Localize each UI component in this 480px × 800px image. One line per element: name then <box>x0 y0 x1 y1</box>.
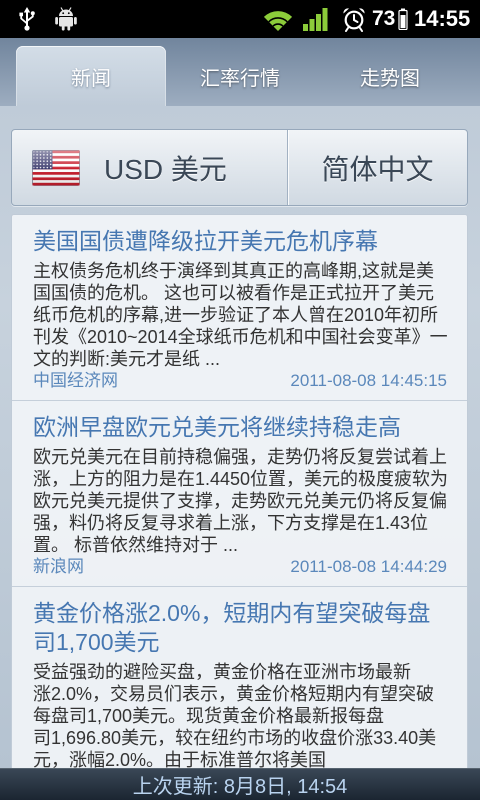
news-list: 美国国债遭降级拉开美元危机序幕 主权债务危机终于演绎到其真正的高峰期,这就是美 … <box>11 214 468 768</box>
last-updated-text: 上次更新: 8月8日, 14:54 <box>132 776 348 798</box>
news-summary-line: 文的判断:美元才是纸 ... <box>33 349 221 369</box>
clock-time: 14:55 <box>414 6 471 31</box>
tab-bar: 新闻 汇率行情 走势图 <box>0 38 480 106</box>
currency-language-selector: USD 美元 简体中文 <box>11 129 468 206</box>
news-summary-line: 刊发《2010~2014全球纸币危机和中国社会变革》一 <box>33 327 448 347</box>
news-source: 中国经济网 <box>33 371 118 390</box>
status-bar: 73 14:55 <box>0 0 480 38</box>
news-summary-line: 每盘司1,700美元。现货黄金价格最新报每盘 <box>33 706 385 726</box>
battery-icon <box>398 0 408 38</box>
news-summary-line: 置。 标普依然维持对于 ... <box>33 535 239 555</box>
battery-level-text: 73 <box>372 7 396 30</box>
last-updated-bar: 上次更新: 8月8日, 14:54 <box>0 768 480 800</box>
usb-icon <box>17 0 37 38</box>
news-summary-line: 纸币危机的序幕,进一步验证了本人曾在2010年初所 <box>33 305 439 325</box>
news-title-line: 美国国债遭降级拉开美元危机序幕 <box>33 228 378 254</box>
news-summary-line: 欧元兑美元在目前持稳偏强，走势仍将反复尝试着上 <box>33 447 447 467</box>
news-title: 黄金价格涨2.0%，短期内有望突破每盘 司1,700美元 <box>33 599 455 657</box>
news-summary-line: 涨，上方的阻力是在1.4450位置，美元的极度疲软为 <box>33 469 449 489</box>
us-flag-icon <box>32 149 80 186</box>
news-summary-line: 主权债务危机终于演绎到其真正的高峰期,这就是美 <box>33 261 434 281</box>
news-summary: 主权债务危机终于演绎到其真正的高峰期,这就是美 国国债的危机。 这也可以被看作是… <box>33 260 455 370</box>
language-selector-button[interactable]: 简体中文 <box>288 130 467 205</box>
tab-trend-chart[interactable]: 走势图 <box>315 46 465 106</box>
news-summary-line: 受益强劲的避险买盘，黄金价格在亚洲市场最新 <box>33 662 411 682</box>
signal-icon <box>302 0 328 38</box>
news-source: 新浪网 <box>33 557 84 576</box>
news-meta: 中国经济网 2011-08-08 14:45:15 <box>33 370 447 392</box>
news-meta: 新浪网 2011-08-08 14:44:29 <box>33 556 447 578</box>
alarm-clock-icon <box>341 0 367 38</box>
tab-exchange-rates[interactable]: 汇率行情 <box>166 46 314 106</box>
news-summary: 欧元兑美元在目前持稳偏强，走势仍将反复尝试着上 涨，上方的阻力是在1.4450位… <box>33 446 455 556</box>
android-icon <box>54 0 78 38</box>
tab-label: 新闻 <box>71 67 111 90</box>
news-summary-line: 涨2.0%，交易员们表示，黄金价格短期内有望突破 <box>33 684 435 704</box>
news-summary: 受益强劲的避险买盘，黄金价格在亚洲市场最新 涨2.0%，交易员们表示，黄金价格短… <box>33 661 455 768</box>
currency-label: USD 美元 <box>104 153 227 185</box>
news-title-line: 欧洲早盘欧元兑美元将继续持稳走高 <box>33 414 401 440</box>
news-summary-line: 欧元兑美元提供了支撑，走势欧元兑美元仍将反复偏 <box>33 491 447 511</box>
news-title: 欧洲早盘欧元兑美元将继续持稳走高 <box>33 413 455 442</box>
news-date: 2011-08-08 14:44:29 <box>290 557 447 576</box>
currency-selector-button[interactable]: USD 美元 <box>12 130 288 205</box>
tab-label: 汇率行情 <box>200 67 280 90</box>
news-item[interactable]: 美国国债遭降级拉开美元危机序幕 主权债务危机终于演绎到其真正的高峰期,这就是美 … <box>12 215 467 401</box>
wifi-icon <box>262 0 294 38</box>
news-content-area: USD 美元 简体中文 美国国债遭降级拉开美元危机序幕 主权债务危机终于演绎到其… <box>0 106 480 768</box>
news-summary-line: 国国债的危机。 这也可以被看作是正式拉开了美元 <box>33 283 434 303</box>
news-title: 美国国债遭降级拉开美元危机序幕 <box>33 227 455 256</box>
tab-news[interactable]: 新闻 <box>16 46 166 106</box>
news-item[interactable]: 黄金价格涨2.0%，短期内有望突破每盘 司1,700美元 受益强劲的避险买盘，黄… <box>12 587 467 768</box>
news-summary-line: 强，料仍将反复寻求着上涨，下方支撑是在1.43位 <box>33 513 429 533</box>
news-summary-line: 元，涨幅2.0%。由于标准普尔将美国 <box>33 750 327 768</box>
news-summary-line: 司1,696.80美元，较在纽约市场的收盘价涨33.40美 <box>33 728 437 748</box>
news-date: 2011-08-08 14:45:15 <box>290 371 447 390</box>
news-title-line: 黄金价格涨2.0%，短期内有望突破每盘 <box>33 600 431 626</box>
tab-label: 走势图 <box>360 67 420 90</box>
news-item[interactable]: 欧洲早盘欧元兑美元将继续持稳走高 欧元兑美元在目前持稳偏强，走势仍将反复尝试着上… <box>12 401 467 587</box>
news-title-line: 司1,700美元 <box>33 629 160 655</box>
language-label: 简体中文 <box>321 153 434 185</box>
app-screen: 73 14:55 新闻 汇率行情 走势图 USD 美元 简体中文 美国国债遭降级… <box>0 0 480 800</box>
